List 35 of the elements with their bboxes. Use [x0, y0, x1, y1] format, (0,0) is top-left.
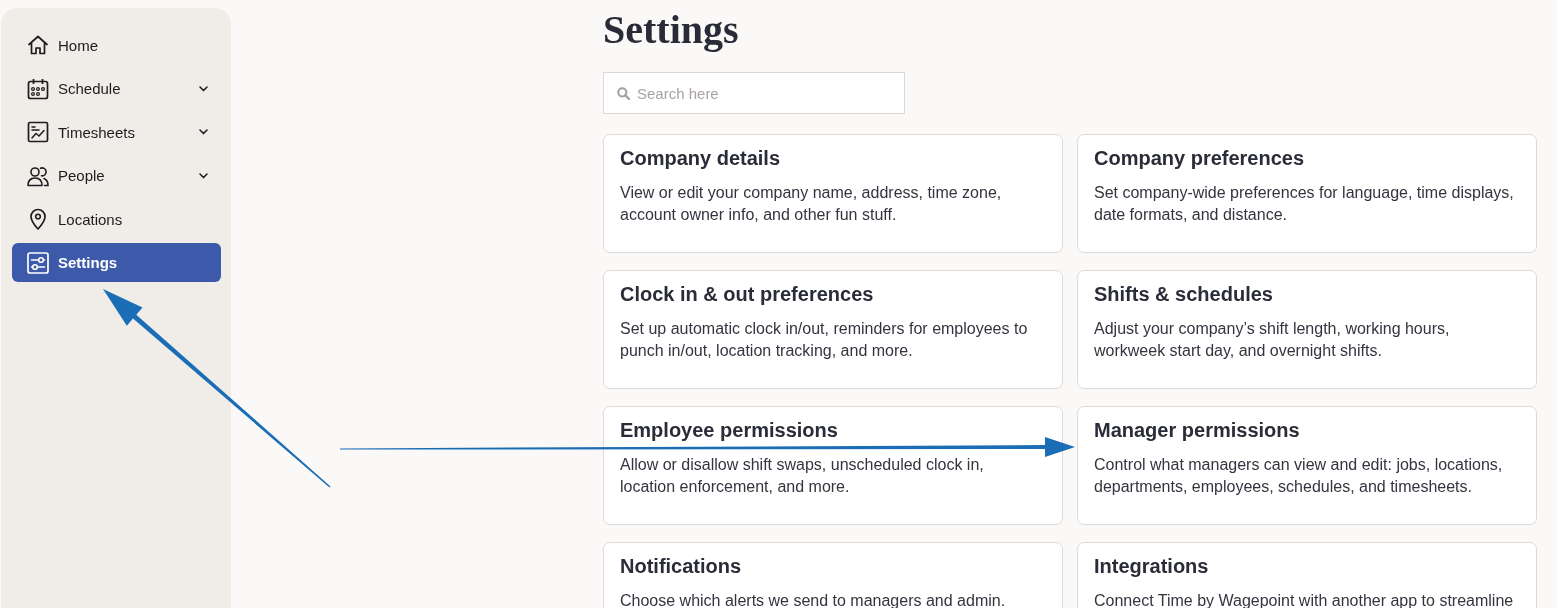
search-icon — [617, 87, 630, 100]
card-title: Company details — [620, 146, 781, 170]
card-description: Adjust your company’s shift length, working hours, workweek start day, and overnight shifts. — [1094, 319, 1451, 361]
card-description: View or edit your company name, address, time zone, account owner info, and other fun stuff. — [620, 183, 1003, 225]
settings-card[interactable]: Company preferences Set company-wide preferences for language, time displays, date formats, and distance. — [1077, 134, 1537, 253]
sliders-icon — [27, 251, 49, 274]
card-title: Manager permissions — [1094, 418, 1300, 442]
nav-item[interactable]: Timesheets — [12, 112, 221, 152]
people-icon — [27, 164, 49, 187]
nav-item[interactable]: Schedule — [12, 69, 221, 108]
settings-card[interactable]: Clock in & out preferences Set up automatic clock in/out, reminders for employees to punch in/out, location tracking, and more. — [603, 270, 1063, 389]
card-title: Notifications — [620, 554, 742, 578]
home-icon — [27, 34, 49, 56]
card-description: Set company-wide preferences for language, time displays, date formats, and distance. — [1094, 183, 1515, 225]
search-field[interactable]: Search here — [603, 72, 905, 114]
settings-card[interactable]: Shifts & schedules Adjust your company’s shift length, working hours, workweek start day, and overnight shifts. — [1077, 270, 1537, 389]
location-pin-icon — [27, 208, 49, 230]
chart-icon — [27, 121, 49, 143]
settings-card[interactable]: Employee permissions Allow or disallow shift swaps, unscheduled clock in, location enforcement, and more. — [603, 406, 1063, 525]
card-title: Shifts & schedules — [1094, 282, 1273, 306]
nav-item[interactable]: People — [12, 156, 221, 195]
card-title: Integrations — [1094, 554, 1209, 578]
card-description: Set up automatic clock in/out, reminders for employees to punch in/out, location tracking, and more. — [620, 319, 1029, 361]
card-description: Control what managers can view and edit: jobs, locations, departments, employees, schedules, and timesheets. — [1094, 455, 1504, 497]
card-title: Employee permissions — [620, 418, 838, 442]
nav-item[interactable]: Settings — [12, 243, 221, 282]
card-title: Clock in & out preferences — [620, 282, 874, 306]
card-description: Allow or disallow shift swaps, unscheduled clock in, location enforcement, and more. — [620, 455, 985, 497]
page-title: Settings — [603, 8, 739, 52]
settings-card[interactable]: Manager permissions Control what managers can view and edit: jobs, locations, departments, employees, schedules, and timesheets. — [1077, 406, 1537, 525]
card-title: Company preferences — [1094, 146, 1305, 170]
nav-item[interactable]: Home — [12, 25, 221, 65]
calendar-icon — [27, 77, 49, 100]
settings-card[interactable]: Company details View or edit your company name, address, time zone, account owner info, and other fun stuff. — [603, 134, 1063, 253]
nav-item[interactable]: Locations — [12, 199, 221, 239]
